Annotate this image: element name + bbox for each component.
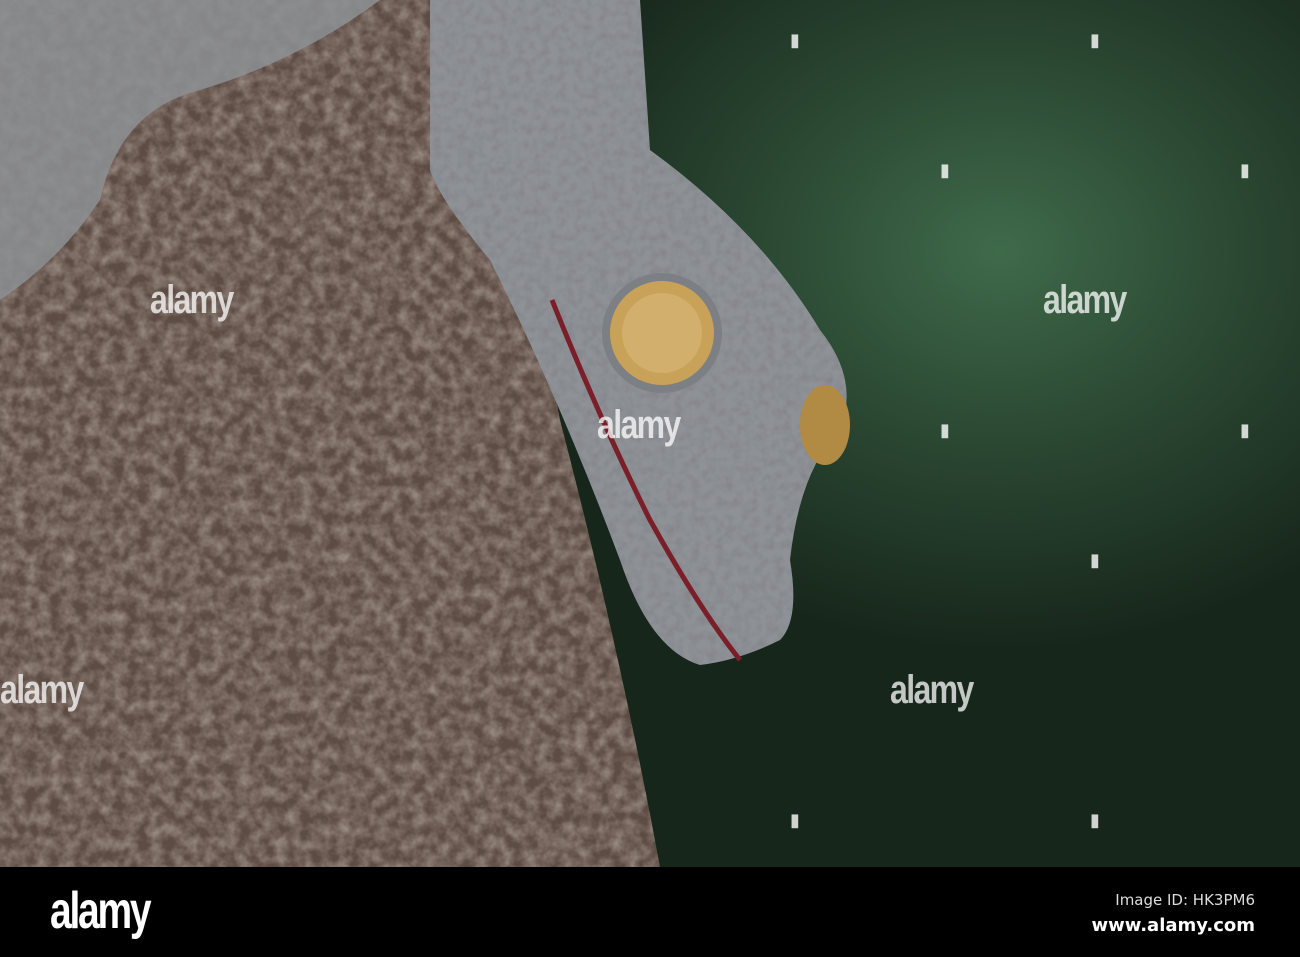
watermark-mark: ▮ [940, 160, 950, 181]
watermark-mark: ▮ [1090, 30, 1100, 51]
watermark: alamy [0, 668, 84, 712]
watermark-mark: ▮ [1090, 810, 1100, 831]
image-id: Image ID: HK3PM6 [1115, 891, 1255, 909]
photo-frame: alamy alamy alamy alamy alamy ▮ ▮ ▮ ▮ ▮ … [0, 0, 1300, 957]
watermark: alamy [1043, 278, 1127, 322]
footer-bar: alamy Image ID: HK3PM6 www.alamy.com [0, 867, 1300, 957]
watermark: alamy [150, 278, 234, 322]
watermark-mark: ▮ [790, 810, 800, 831]
watermark-mark: ▮ [1240, 420, 1250, 441]
watermark: alamy [890, 668, 974, 712]
watermark-mark: ▮ [940, 420, 950, 441]
watermark-mark: ▮ [1240, 160, 1250, 181]
watermark-mark: ▮ [1090, 550, 1100, 571]
site-url: www.alamy.com [1091, 915, 1255, 936]
alamy-logo: alamy [50, 882, 152, 940]
watermark: alamy [597, 403, 681, 447]
watermark-mark: ▮ [790, 30, 800, 51]
gecko-photo: alamy alamy alamy alamy alamy ▮ ▮ ▮ ▮ ▮ … [0, 0, 1300, 867]
